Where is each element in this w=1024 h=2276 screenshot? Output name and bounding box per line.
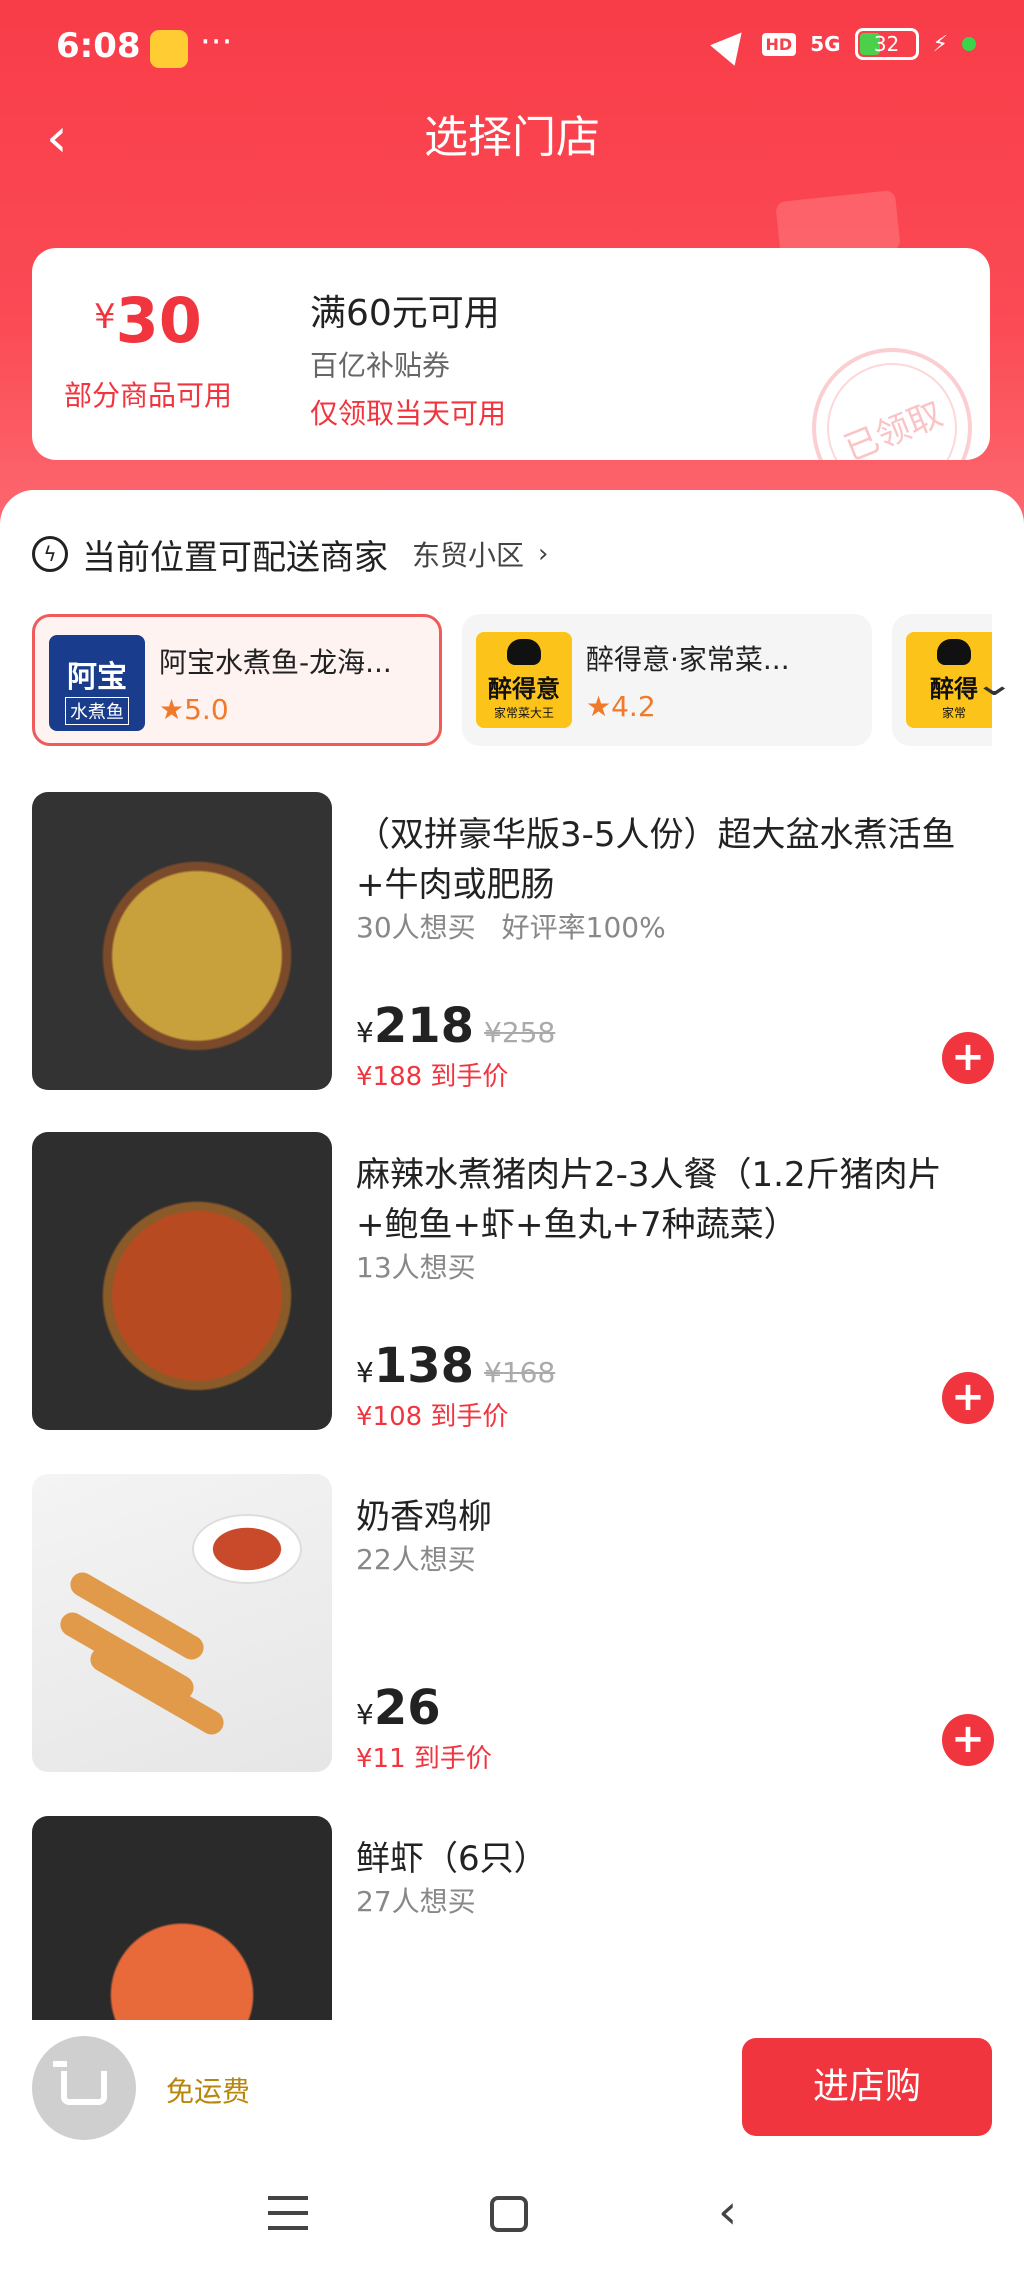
final-price: ¥11 到手价	[356, 1744, 492, 1774]
cart-bar: 免运费 进店购	[0, 2020, 1024, 2170]
app-notification-icon	[150, 30, 188, 68]
recent-apps-icon[interactable]	[268, 2196, 308, 2230]
store-logo: 阿宝 水煮鱼	[49, 635, 145, 731]
delivery-location-row[interactable]: ϟ 当前位置可配送商家 东贸小区 ›	[32, 532, 549, 578]
product-name: 麻辣水煮猪肉片2-3人餐（1.2斤猪肉片+鲍鱼+虾+鱼丸+7种蔬菜）	[356, 1155, 942, 1245]
more-notifications-icon: ···	[200, 22, 233, 62]
product-stats: 22人想买	[356, 1543, 476, 1576]
coupon-amount: ¥30	[94, 284, 202, 357]
store-card[interactable]: 醉得意 家常菜大王 醉得意·家常菜... ★4.2	[462, 614, 872, 746]
final-price: ¥108 到手价	[356, 1402, 509, 1432]
store-rating: ★4.2	[586, 690, 656, 723]
store-name: 醉得意·家常菜...	[586, 643, 790, 676]
product-item[interactable]: （双拼豪华版3-5人份）超大盆水煮活鱼+牛肉或肥肠 30人想买 好评率100% ¥…	[0, 792, 1024, 1092]
store-name: 阿宝水煮鱼-龙海...	[159, 646, 392, 679]
status-time: 6:08	[56, 26, 141, 66]
product-name: 奶香鸡柳	[356, 1497, 492, 1537]
star-icon: ★	[586, 690, 612, 723]
product-price: ¥26	[356, 1680, 441, 1736]
cart-icon[interactable]	[32, 2036, 136, 2140]
enter-store-button[interactable]: 进店购	[742, 2038, 992, 2136]
charging-icon: ⚡	[932, 31, 948, 57]
product-price: ¥138 ¥168	[356, 1338, 556, 1394]
add-to-cart-button[interactable]: +	[942, 1032, 994, 1084]
panda-icon	[507, 639, 541, 665]
lightning-icon: ϟ	[32, 536, 68, 572]
home-icon[interactable]	[490, 2196, 528, 2232]
product-stats: 27人想买	[356, 1885, 476, 1918]
product-image	[32, 1474, 332, 1772]
location-arrow-icon	[709, 22, 754, 66]
store-card[interactable]: 阿宝 水煮鱼 阿宝水煮鱼-龙海... ★5.0	[32, 614, 442, 746]
battery-icon: 32	[854, 28, 919, 60]
product-item[interactable]: 鲜虾（6只） 27人想买	[0, 1816, 1024, 2020]
coupon-limit: 仅领取当天可用	[310, 397, 507, 430]
product-stats: 13人想买	[356, 1251, 476, 1284]
privacy-dot-icon	[962, 37, 976, 51]
expand-stores-icon[interactable]: ⌄	[973, 664, 1016, 704]
chevron-right-icon: ›	[538, 539, 549, 569]
panda-icon	[937, 639, 971, 665]
product-image	[32, 1816, 332, 2020]
store-list: 阿宝 水煮鱼 阿宝水煮鱼-龙海... ★5.0 醉得意 家常菜大王 醉得意·家常…	[32, 614, 992, 748]
free-shipping-label: 免运费	[166, 2075, 251, 2108]
product-image	[32, 1132, 332, 1430]
product-price: ¥218 ¥258	[356, 998, 556, 1054]
coupon-kind: 百亿补贴券	[310, 349, 451, 382]
coupon-scope: 部分商品可用	[63, 379, 232, 412]
store-logo: 醉得意 家常菜大王	[476, 632, 572, 728]
product-image	[32, 792, 332, 1090]
product-stats: 30人想买 好评率100%	[356, 911, 666, 944]
final-price: ¥188 到手价	[356, 1062, 509, 1092]
location-area[interactable]: 东贸小区	[412, 534, 524, 574]
page-title: 选择门店	[424, 112, 600, 163]
delivery-title: 当前位置可配送商家	[82, 537, 388, 578]
signal-icon: 5G	[810, 32, 841, 56]
star-icon: ★	[159, 693, 185, 726]
product-item[interactable]: 麻辣水煮猪肉片2-3人餐（1.2斤猪肉片+鲍鱼+虾+鱼丸+7种蔬菜） 13人想买…	[0, 1132, 1024, 1432]
add-to-cart-button[interactable]: +	[942, 1372, 994, 1424]
coupon-card[interactable]: ¥30 部分商品可用 满60元可用 百亿补贴券 仅领取当天可用 已领取	[32, 248, 990, 460]
product-item[interactable]: 奶香鸡柳 22人想买 ¥26 ¥11 到手价 +	[0, 1474, 1024, 1774]
system-nav-bar: ‹	[0, 2170, 1024, 2276]
status-bar: 6:08 ··· HD 5G 32 ⚡	[0, 0, 1024, 100]
coupon-condition: 满60元可用	[310, 293, 500, 334]
add-to-cart-button[interactable]: +	[942, 1714, 994, 1766]
product-name: 鲜虾（6只）	[356, 1839, 548, 1879]
hd-icon: HD	[761, 32, 797, 56]
product-name: （双拼豪华版3-5人份）超大盆水煮活鱼+牛肉或肥肠	[356, 815, 956, 905]
back-nav-icon[interactable]: ‹	[718, 2184, 737, 2240]
store-rating: ★5.0	[159, 693, 229, 726]
claimed-stamp: 已领取	[787, 323, 990, 460]
